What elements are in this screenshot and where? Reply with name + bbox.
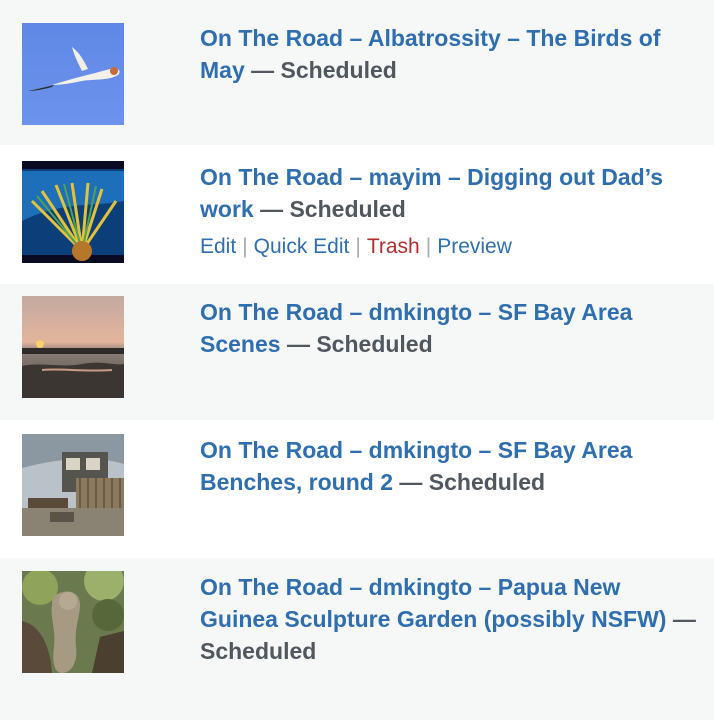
post-title-link[interactable]: On The Road – dmkingto – Papua New Guine… bbox=[200, 574, 666, 632]
post-row[interactable]: On The Road – Albatrossity – The Birds o… bbox=[0, 0, 714, 147]
title-separator: — bbox=[666, 606, 696, 632]
abstract-fan-photo-icon bbox=[22, 161, 124, 263]
post-row[interactable]: On The Road – mayim – Digging out Dad’s … bbox=[0, 147, 714, 284]
row-actions: Edit | Quick Edit | Trash | Preview bbox=[200, 231, 696, 263]
title-separator: — bbox=[244, 57, 281, 83]
post-thumbnail[interactable] bbox=[22, 161, 124, 263]
sunset-bay-photo-icon bbox=[22, 296, 124, 398]
post-state: Scheduled bbox=[289, 196, 406, 222]
post-state: Scheduled bbox=[428, 469, 546, 495]
action-divider: | bbox=[425, 235, 432, 258]
post-thumbnail[interactable] bbox=[22, 23, 124, 125]
title-separator: — bbox=[392, 469, 429, 495]
edit-link[interactable]: Edit bbox=[200, 235, 236, 258]
action-divider: | bbox=[242, 235, 248, 258]
bird-in-flight-photo-icon bbox=[22, 23, 124, 125]
post-thumbnail[interactable] bbox=[22, 434, 124, 536]
post-state: Scheduled bbox=[316, 331, 433, 357]
post-row[interactable]: On The Road – dmkingto – SF Bay Area Sce… bbox=[0, 284, 714, 422]
action-divider: | bbox=[355, 235, 361, 258]
post-list: On The Road – Albatrossity – The Birds o… bbox=[0, 0, 714, 722]
bench-courtyard-photo-icon bbox=[22, 434, 124, 536]
post-thumbnail[interactable] bbox=[22, 296, 124, 398]
post-state: Scheduled bbox=[280, 57, 397, 83]
title-separator: — bbox=[253, 196, 290, 222]
title-separator: — bbox=[280, 331, 317, 357]
post-row[interactable]: On The Road – dmkingto – Papua New Guine… bbox=[0, 558, 714, 722]
post-state: Scheduled bbox=[200, 638, 317, 664]
post-row[interactable]: On The Road – dmkingto – SF Bay Area Ben… bbox=[0, 422, 714, 558]
preview-link[interactable]: Preview bbox=[437, 235, 512, 258]
trash-link[interactable]: Trash bbox=[367, 235, 420, 258]
post-thumbnail[interactable] bbox=[22, 571, 124, 673]
quick-edit-link[interactable]: Quick Edit bbox=[254, 235, 350, 258]
sculpture-garden-photo-icon bbox=[22, 571, 124, 673]
